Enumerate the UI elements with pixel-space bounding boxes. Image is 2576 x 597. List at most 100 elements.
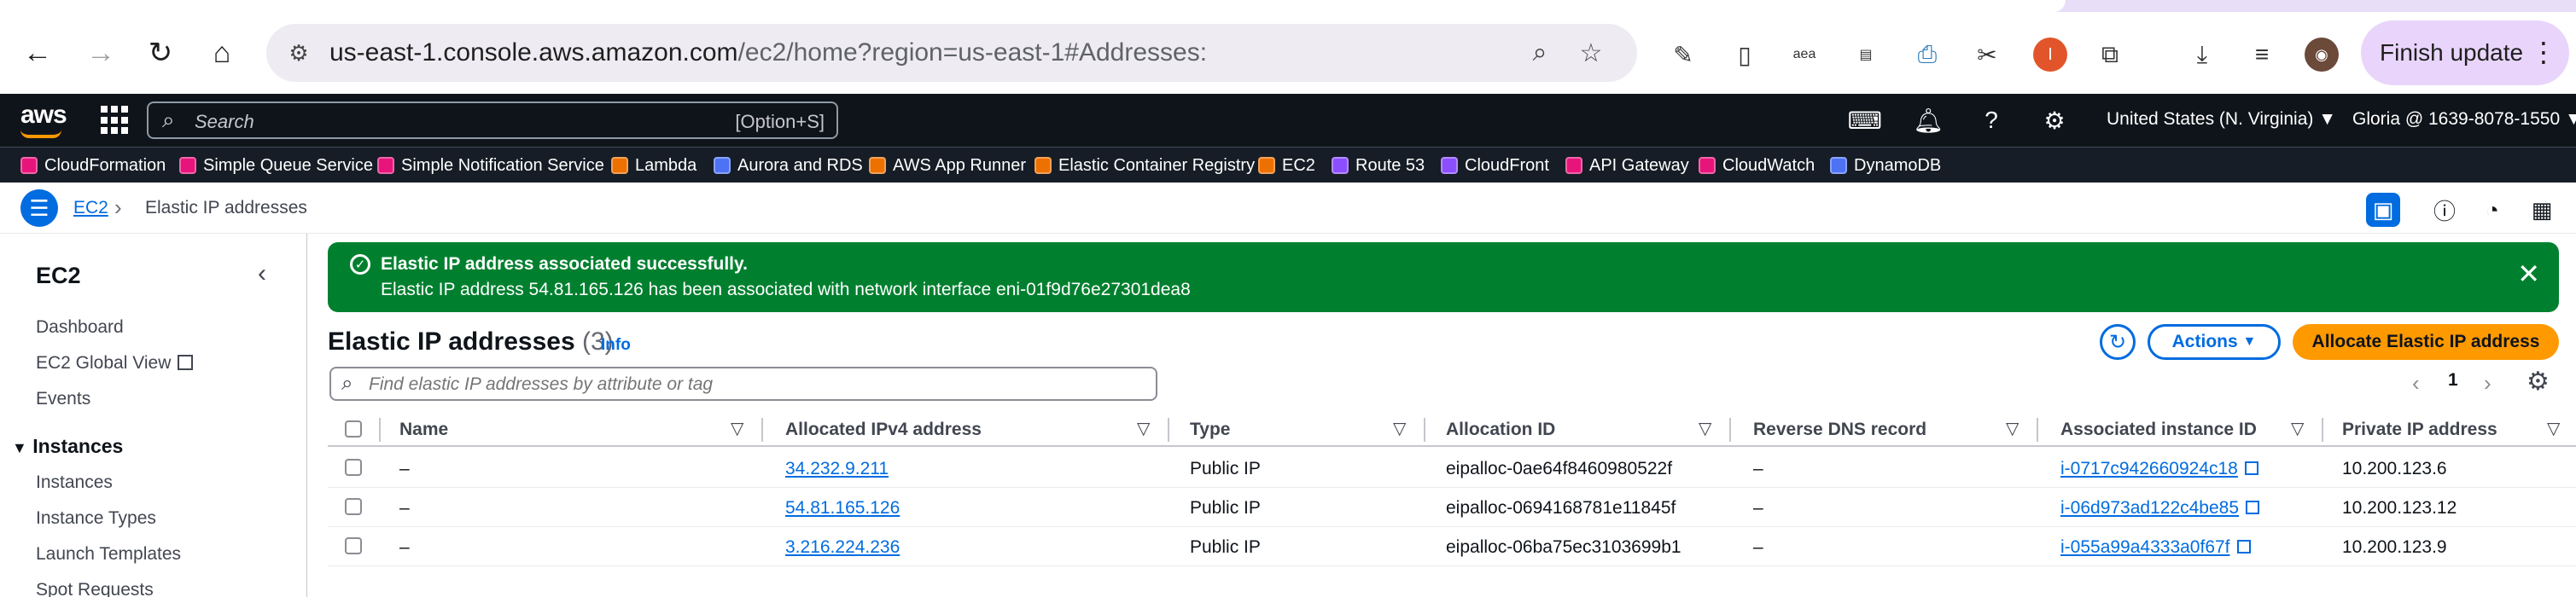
account-menu[interactable]: Gloria @ 1639-8078-1550 ▼ xyxy=(2352,109,2576,130)
profile-avatar[interactable]: ◉ xyxy=(2305,38,2339,72)
select-all-checkbox[interactable] xyxy=(345,420,362,438)
cell-ipv4-link[interactable]: 3.216.224.236 xyxy=(785,537,900,558)
column-header-reverse-dns[interactable]: Reverse DNS record xyxy=(1753,420,1926,440)
page-next-icon[interactable]: › xyxy=(2484,370,2491,397)
favorite-cloudfront[interactable]: CloudFront xyxy=(1441,154,1549,177)
sort-icon[interactable]: ▽ xyxy=(1137,418,1150,439)
cell-instance-link[interactable]: i-06d973ad122c4be85 xyxy=(2060,498,2260,519)
shield-extension-icon[interactable]: I xyxy=(2033,38,2067,72)
address-bar[interactable]: ⚙ us-east-1.console.aws.amazon.com/ec2/h… xyxy=(266,24,1637,82)
aws-search-input[interactable]: ⌕ Search [Option+S] xyxy=(147,101,838,139)
preferences-gear-icon[interactable]: ⚙ xyxy=(2526,367,2550,397)
row-checkbox[interactable] xyxy=(345,459,362,476)
media-queue-icon[interactable]: ≡ xyxy=(2245,38,2279,72)
home-icon[interactable]: ⌂ xyxy=(201,32,242,73)
feedback-icon[interactable]: ◔ xyxy=(2475,193,2509,227)
row-checkbox[interactable] xyxy=(345,498,362,515)
notes-extension-icon[interactable]: ▤ xyxy=(1849,38,1883,72)
sort-icon[interactable]: ▽ xyxy=(1393,418,1406,439)
ecr-icon xyxy=(1034,157,1052,174)
api-gateway-icon xyxy=(1565,157,1582,174)
collapse-chevron-left-icon[interactable]: ‹ xyxy=(258,259,266,288)
services-grid-icon[interactable] xyxy=(101,106,130,135)
sort-icon[interactable]: ▽ xyxy=(731,418,743,439)
url-text[interactable]: us-east-1.console.aws.amazon.com/ec2/hom… xyxy=(329,38,1207,67)
download-icon[interactable]: ⤓ xyxy=(2185,38,2219,72)
column-header-type[interactable]: Type xyxy=(1190,420,1230,440)
refresh-button[interactable]: ↻ xyxy=(2100,324,2136,360)
menu-hamburger-icon[interactable]: ☰ xyxy=(20,189,58,227)
caret-down-icon: ▼ xyxy=(2242,334,2257,349)
document-extension-icon[interactable]: ▯ xyxy=(1728,38,1762,72)
more-menu-icon[interactable]: ⋮ xyxy=(2530,36,2557,68)
cell-ipv4-link[interactable]: 54.81.165.126 xyxy=(785,498,900,519)
column-header-name[interactable]: Name xyxy=(399,420,448,440)
aws-logo[interactable]: aws xyxy=(20,101,67,138)
back-icon[interactable]: ← xyxy=(17,32,58,73)
sidenav-section-instances[interactable]: ▼ Instances xyxy=(12,435,123,458)
sidenav-item-launch-templates[interactable]: Launch Templates xyxy=(36,544,181,565)
help-icon[interactable]: ? xyxy=(1977,106,2006,135)
reload-icon[interactable]: ↻ xyxy=(140,32,181,73)
cell-instance-link[interactable]: i-0717c942660924c18 xyxy=(2060,459,2258,479)
cell-instance-link[interactable]: i-055a99a4333a0f67f xyxy=(2060,537,2251,558)
sidenav-item-instances[interactable]: Instances xyxy=(36,472,113,493)
notifications-bell-icon[interactable]: 🔔︎ xyxy=(1913,106,1944,135)
favorite-sns[interactable]: Simple Notification Service xyxy=(377,154,604,177)
site-info-icon[interactable]: ⚙ xyxy=(282,36,316,70)
sort-icon[interactable]: ▽ xyxy=(1699,418,1711,439)
sort-icon[interactable]: ▽ xyxy=(2547,418,2560,439)
tools-panel-icon[interactable]: ▦ xyxy=(2525,193,2559,227)
cloudshell-icon[interactable]: ⌨ xyxy=(1848,106,1882,135)
sidenav-item-events[interactable]: Events xyxy=(36,389,90,409)
bookmark-star-icon[interactable]: ☆ xyxy=(1576,38,1606,68)
finish-update-button[interactable]: Finish update ⋮ xyxy=(2361,20,2569,85)
favorite-cloudformation[interactable]: CloudFormation xyxy=(20,154,166,177)
sidenav-item-global-view[interactable]: EC2 Global View xyxy=(36,353,194,374)
row-checkbox[interactable] xyxy=(345,537,362,554)
sidenav-item-instance-types[interactable]: Instance Types xyxy=(36,508,156,529)
info-link[interactable]: Info xyxy=(601,336,631,355)
sidenav-item-spot-requests[interactable]: Spot Requests xyxy=(36,580,154,597)
cell-ipv4-link[interactable]: 34.232.9.211 xyxy=(785,459,889,479)
favorite-aurora-rds[interactable]: Aurora and RDS xyxy=(714,154,863,177)
printer-extension-icon[interactable]: ⎙ xyxy=(1910,38,1944,72)
breadcrumb-ec2-link[interactable]: EC2 xyxy=(73,198,108,218)
favorite-cloudwatch[interactable]: CloudWatch xyxy=(1699,154,1815,177)
eyedropper-extension-icon[interactable]: ✎ xyxy=(1666,38,1700,72)
actions-button[interactable]: Actions ▼ xyxy=(2148,324,2281,360)
filter-input-container[interactable]: ⌕ xyxy=(329,367,1157,401)
sort-icon[interactable]: ▽ xyxy=(2006,418,2019,439)
allocate-elastic-ip-button[interactable]: Allocate Elastic IP address xyxy=(2293,324,2559,360)
filter-input[interactable] xyxy=(369,374,1137,396)
close-icon[interactable]: ✕ xyxy=(2517,258,2540,290)
column-header-instance-id[interactable]: Associated instance ID xyxy=(2060,420,2257,440)
forward-icon[interactable]: → xyxy=(80,32,121,73)
column-header-private-ip[interactable]: Private IP address xyxy=(2342,420,2497,440)
column-header-ipv4[interactable]: Allocated IPv4 address xyxy=(785,420,982,440)
column-header-allocation-id[interactable]: Allocation ID xyxy=(1446,420,1555,440)
zoom-search-icon[interactable]: ⌕ xyxy=(1524,38,1555,68)
table-row[interactable]: – 54.81.165.126 Public IP eipalloc-06941… xyxy=(328,488,2576,527)
sort-icon[interactable]: ▽ xyxy=(2291,418,2304,439)
favorite-sqs[interactable]: Simple Queue Service xyxy=(179,154,373,177)
extensions-puzzle-icon[interactable]: ⧉ xyxy=(2093,38,2127,72)
aea-extension-icon[interactable]: aea xyxy=(1787,38,1821,72)
favorite-ec2[interactable]: EC2 xyxy=(1258,154,1315,177)
page-prev-icon[interactable]: ‹ xyxy=(2412,370,2420,397)
table-row[interactable]: – 3.216.224.236 Public IP eipalloc-06ba7… xyxy=(328,527,2576,566)
tools-extension-icon[interactable]: ✂ xyxy=(1970,38,2004,72)
page-number[interactable]: 1 xyxy=(2448,370,2458,391)
table-row[interactable]: – 34.232.9.211 Public IP eipalloc-0ae64f… xyxy=(328,449,2576,488)
settings-gear-icon[interactable]: ⚙ xyxy=(2040,106,2069,135)
favorite-lambda[interactable]: Lambda xyxy=(611,154,696,177)
favorite-route53[interactable]: Route 53 xyxy=(1332,154,1425,177)
favorite-ecr[interactable]: Elastic Container Registry xyxy=(1034,154,1255,177)
region-selector[interactable]: United States (N. Virginia) ▼ xyxy=(2107,109,2336,130)
panel-toggle-icon[interactable]: ▣ xyxy=(2366,193,2400,227)
sidenav-item-dashboard[interactable]: Dashboard xyxy=(36,317,124,338)
favorite-app-runner[interactable]: AWS App Runner xyxy=(869,154,1026,177)
info-circle-icon[interactable]: ⓘ xyxy=(2427,193,2462,227)
favorite-api-gateway[interactable]: API Gateway xyxy=(1565,154,1689,177)
favorite-dynamodb[interactable]: DynamoDB xyxy=(1830,154,1941,177)
